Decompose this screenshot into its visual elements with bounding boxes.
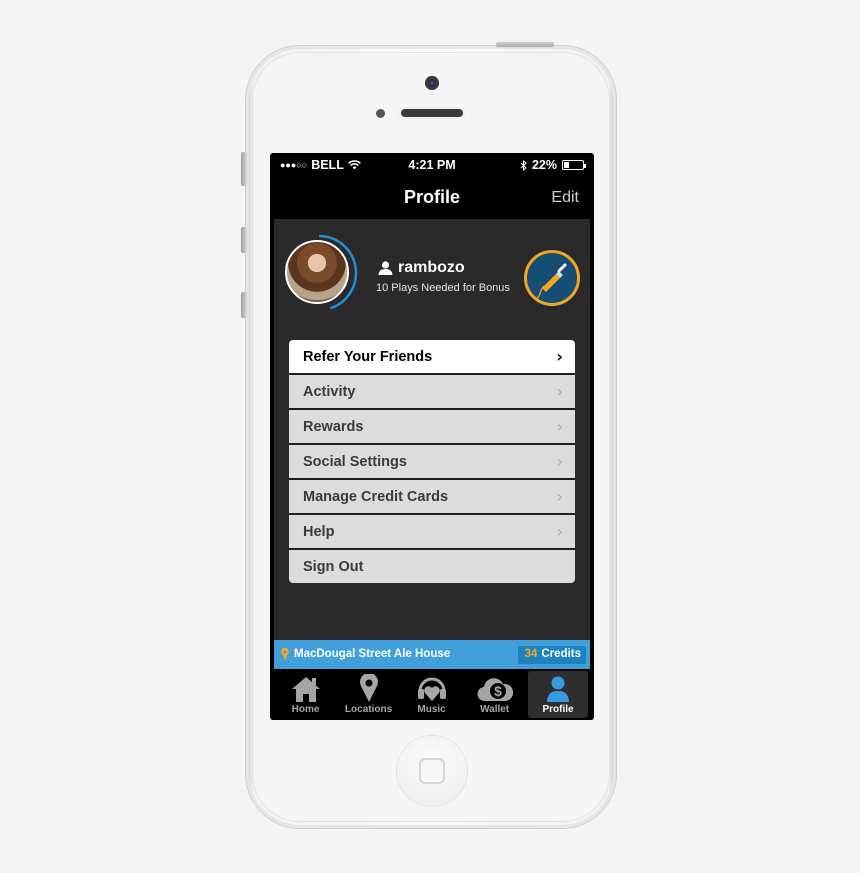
status-bar: ●●●○○ BELL 4:21 PM 22% xyxy=(270,153,594,175)
menu-item-rewards[interactable]: Rewards › xyxy=(289,410,575,443)
menu-item-help[interactable]: Help › xyxy=(289,515,575,548)
mute-switch xyxy=(241,152,247,186)
music-badge[interactable] xyxy=(524,250,580,306)
menu-item-label: Social Settings xyxy=(303,453,407,470)
svg-text:$: $ xyxy=(494,683,502,699)
profile-menu: Refer Your Friends › Activity › Rewards › Soci… xyxy=(289,340,575,583)
chevron-right-icon: › xyxy=(556,417,563,436)
location-bar[interactable]: MacDougal Street Ale House 34 Credits xyxy=(274,640,590,669)
tab-label: Profile xyxy=(542,704,574,715)
user-icon xyxy=(378,261,393,275)
profile-avatar-group[interactable] xyxy=(282,233,360,311)
edit-button[interactable]: Edit xyxy=(551,189,579,207)
location-pin-icon xyxy=(281,648,289,660)
map-pin-icon xyxy=(359,674,378,702)
battery-percent: 22% xyxy=(531,158,557,172)
menu-item-label: Activity xyxy=(303,383,356,400)
tab-label: Locations xyxy=(344,704,393,715)
menu-item-refer-your-friends[interactable]: Refer Your Friends › xyxy=(289,340,575,373)
menu-item-label: Manage Credit Cards xyxy=(303,488,449,505)
tab-profile[interactable]: Profile xyxy=(528,671,588,718)
proximity-sensor xyxy=(376,109,385,118)
home-button-square-icon xyxy=(419,758,445,784)
home-icon xyxy=(291,677,320,702)
bonus-progress-text: 10 Plays Needed for Bonus xyxy=(376,282,510,294)
power-button xyxy=(496,42,554,47)
tab-music[interactable]: Music xyxy=(400,669,463,718)
home-button[interactable] xyxy=(397,736,467,806)
phone-screen: ●●●○○ BELL 4:21 PM 22% Profile Edit ramb… xyxy=(270,153,594,720)
tab-bar: Home Locations Music $ Wallet Profile xyxy=(274,669,590,718)
chevron-right-icon: › xyxy=(556,347,563,366)
menu-item-manage-credit-cards[interactable]: Manage Credit Cards › xyxy=(289,480,575,513)
bluetooth-icon xyxy=(520,159,527,171)
cloud-dollar-icon: $ xyxy=(477,678,513,702)
tab-label: Home xyxy=(291,704,320,715)
avatar xyxy=(285,240,349,304)
page-title: Profile xyxy=(403,187,460,207)
menu-item-label: Help xyxy=(303,523,335,540)
chevron-right-icon: › xyxy=(556,452,563,471)
navigation-bar: Profile Edit xyxy=(270,175,594,219)
tab-home[interactable]: Home xyxy=(274,669,337,718)
front-camera xyxy=(425,76,439,90)
earpiece-speaker xyxy=(401,109,463,117)
tab-wallet[interactable]: $ Wallet xyxy=(463,669,526,718)
menu-item-label: Rewards xyxy=(303,418,364,435)
user-icon xyxy=(547,676,570,702)
username: rambozo xyxy=(398,259,465,276)
menu-item-social-settings[interactable]: Social Settings › xyxy=(289,445,575,478)
volume-up-button xyxy=(241,227,247,253)
volume-down-button xyxy=(241,292,247,318)
chevron-right-icon: › xyxy=(556,487,563,506)
credits-count: 34 xyxy=(524,648,538,660)
profile-content: rambozo 10 Plays Needed for Bonus Refer … xyxy=(274,219,590,640)
menu-item-label: Refer Your Friends xyxy=(303,348,433,365)
menu-item-label: Sign Out xyxy=(303,558,364,575)
menu-item-sign-out[interactable]: Sign Out xyxy=(289,550,575,583)
chevron-right-icon: › xyxy=(556,382,563,401)
chevron-right-icon: › xyxy=(556,522,563,541)
audio-jack-icon xyxy=(536,263,567,299)
battery-icon xyxy=(562,160,586,170)
headphones-heart-icon xyxy=(417,677,446,701)
credits-label: Credits xyxy=(541,648,581,660)
tab-locations[interactable]: Locations xyxy=(337,669,400,718)
venue-name: MacDougal Street Ale House xyxy=(294,648,451,660)
tab-label: Music xyxy=(417,704,446,715)
menu-item-activity[interactable]: Activity › xyxy=(289,375,575,408)
tab-label: Wallet xyxy=(480,704,510,715)
credits-badge[interactable]: 34 Credits xyxy=(517,646,586,664)
